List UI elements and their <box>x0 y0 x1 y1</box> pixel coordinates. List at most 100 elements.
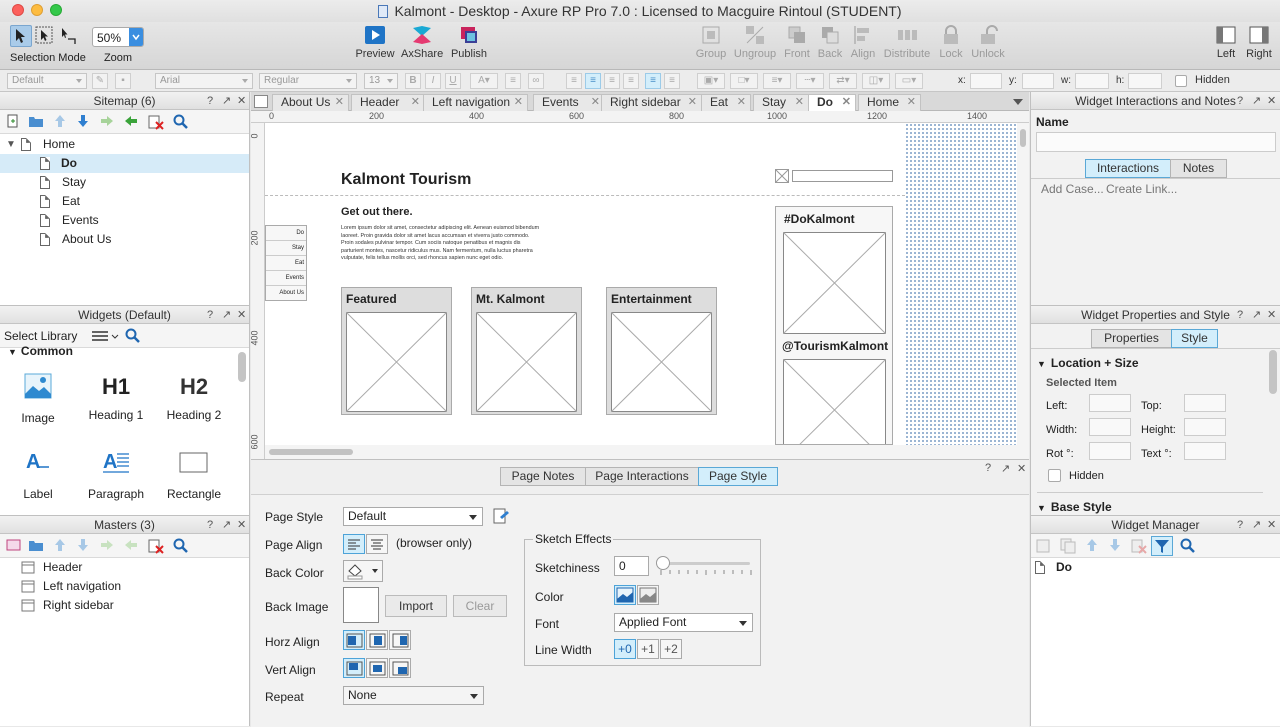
close-icon[interactable]: ✕ <box>1267 92 1276 110</box>
line-width-icon[interactable]: ≡▾ <box>763 73 791 89</box>
repeat-select[interactable]: None <box>343 686 484 705</box>
popout-icon[interactable]: ↗ <box>222 306 231 324</box>
nav-item[interactable]: Do <box>266 226 306 241</box>
widget-heading-1[interactable]: H1 Heading 1 <box>86 372 146 426</box>
horizontal-scrollbar[interactable] <box>265 445 1029 459</box>
size-select[interactable]: 13 <box>364 73 398 89</box>
popout-icon[interactable]: ↗ <box>1252 306 1261 324</box>
close-icon[interactable]: ✕ <box>237 92 246 110</box>
tab-style[interactable]: Style <box>1171 329 1218 348</box>
h-input[interactable] <box>1128 73 1162 89</box>
search-icon[interactable] <box>173 114 189 130</box>
vert-align-top-button[interactable] <box>343 658 365 678</box>
add-page-icon[interactable] <box>6 114 20 128</box>
widget-name-input[interactable] <box>1036 132 1276 152</box>
tab-do[interactable]: Do ✕ <box>808 94 856 111</box>
sketch-font-select[interactable]: Applied Font <box>614 613 753 632</box>
back-color-picker[interactable] <box>343 560 383 582</box>
close-tab-icon[interactable]: ✕ <box>591 95 600 110</box>
ungroup-button[interactable]: Ungroup <box>733 24 777 60</box>
x-input[interactable] <box>970 73 1002 89</box>
align-right-icon[interactable]: ≡ <box>604 73 620 89</box>
right-sidebar-widget[interactable]: #DoKalmont @TourismKalmont <box>775 206 893 445</box>
bring-front-button[interactable]: Front <box>781 24 813 60</box>
sitemap-item-stay[interactable]: Stay <box>0 173 249 192</box>
font-color-icon[interactable]: A▾ <box>470 73 498 89</box>
horz-align-center-button[interactable] <box>366 630 388 650</box>
hidden-checkbox[interactable] <box>1175 75 1187 87</box>
indent-icon[interactable] <box>100 114 114 128</box>
widget-rectangle[interactable]: Rectangle <box>164 448 224 502</box>
card-featured[interactable]: Featured <box>341 287 452 415</box>
page-style-select[interactable]: Default <box>343 507 483 526</box>
lock-button[interactable]: Lock <box>936 24 966 60</box>
height-input[interactable] <box>1184 418 1226 436</box>
location-size-section[interactable]: ▼ Location + Size <box>1037 356 1139 370</box>
nav-item[interactable]: Events <box>266 271 306 286</box>
help-icon[interactable]: ? <box>1237 92 1243 110</box>
close-icon[interactable]: ✕ <box>1017 462 1026 475</box>
help-icon[interactable]: ? <box>1237 516 1243 534</box>
widget-heading-2[interactable]: H2 Heading 2 <box>164 372 224 426</box>
popout-icon[interactable]: ↗ <box>222 516 231 534</box>
lorem-paragraph[interactable]: Lorem ipsum dolor sit amet, consectetur … <box>341 225 541 263</box>
page-tab-icon[interactable] <box>254 95 268 108</box>
site-title[interactable]: Kalmont Tourism <box>341 171 471 189</box>
card-mt-kalmont[interactable]: Mt. Kalmont <box>471 287 582 415</box>
vertical-scrollbar[interactable] <box>1017 123 1029 445</box>
tab-right-sidebar[interactable]: Right sidebar ✕ <box>601 94 702 111</box>
padding-icon[interactable]: ▭▾ <box>895 73 923 89</box>
popout-icon[interactable]: ↗ <box>222 92 231 110</box>
vert-align-bottom-button[interactable] <box>389 658 411 678</box>
help-icon[interactable]: ? <box>207 516 213 534</box>
w-input[interactable] <box>1075 73 1109 89</box>
sitemap-item-about-us[interactable]: About Us <box>0 230 249 249</box>
link-icon[interactable]: ∞ <box>528 73 544 89</box>
align-button[interactable]: Align <box>848 24 878 60</box>
bold-button[interactable]: B <box>405 73 421 89</box>
add-folder-icon[interactable] <box>28 538 44 552</box>
master-item-left-navigation[interactable]: Left navigation <box>0 577 249 596</box>
move-up-icon[interactable] <box>1086 538 1098 552</box>
horz-align-left-button[interactable] <box>343 630 365 650</box>
vert-align-middle-button[interactable] <box>366 658 388 678</box>
help-icon[interactable]: ? <box>985 462 991 474</box>
close-tab-icon[interactable]: ✕ <box>514 95 523 110</box>
bullets-icon[interactable]: ≡ <box>505 73 521 89</box>
search-icon[interactable] <box>173 538 189 554</box>
tab-about-us[interactable]: About Us ✕ <box>272 94 349 111</box>
valign-middle-icon[interactable]: ≡ <box>645 73 661 89</box>
tab-page-interactions[interactable]: Page Interactions <box>585 467 699 486</box>
arrow-style-icon[interactable]: ⇄▾ <box>829 73 857 89</box>
add-page-widget-icon[interactable] <box>1036 538 1052 554</box>
preview-button[interactable]: Preview <box>355 24 395 60</box>
popout-icon[interactable]: ↗ <box>1252 92 1261 110</box>
tab-notes[interactable]: Notes <box>1170 159 1227 178</box>
tab-home[interactable]: Home ✕ <box>858 94 921 111</box>
card-entertainment[interactable]: Entertainment <box>606 287 717 415</box>
add-folder-icon[interactable] <box>28 114 44 128</box>
tab-events[interactable]: Events ✕ <box>533 94 605 111</box>
select-library-dropdown[interactable]: Select Library <box>4 329 77 343</box>
tab-stay[interactable]: Stay ✕ <box>753 94 809 111</box>
help-icon[interactable]: ? <box>1237 306 1243 324</box>
line-width-2-button[interactable]: +2 <box>660 639 682 659</box>
tab-interactions[interactable]: Interactions <box>1085 159 1171 178</box>
delete-icon[interactable] <box>1131 538 1147 554</box>
search-textbox[interactable] <box>792 170 893 182</box>
headline[interactable]: Get out there. <box>341 206 413 218</box>
align-center-icon[interactable]: ≡ <box>585 73 601 89</box>
underline-button[interactable]: U <box>445 73 461 89</box>
popout-icon[interactable]: ↗ <box>1252 516 1261 534</box>
manage-styles-icon[interactable] <box>492 507 510 525</box>
design-canvas[interactable]: 0 200 400 600 800 1000 1200 1400 0 200 4… <box>251 111 1029 459</box>
connector-mode-icon[interactable] <box>58 25 80 47</box>
popout-icon[interactable]: ↗ <box>1001 462 1010 475</box>
text-rotation-input[interactable] <box>1184 442 1226 460</box>
tab-overflow-icon[interactable] <box>1013 99 1023 105</box>
move-up-icon[interactable] <box>54 114 66 128</box>
tab-properties[interactable]: Properties <box>1091 329 1172 348</box>
unlock-button[interactable]: Unlock <box>970 24 1006 60</box>
sitemap-item-events[interactable]: Events <box>0 211 249 230</box>
close-tab-icon[interactable]: ✕ <box>907 95 916 110</box>
